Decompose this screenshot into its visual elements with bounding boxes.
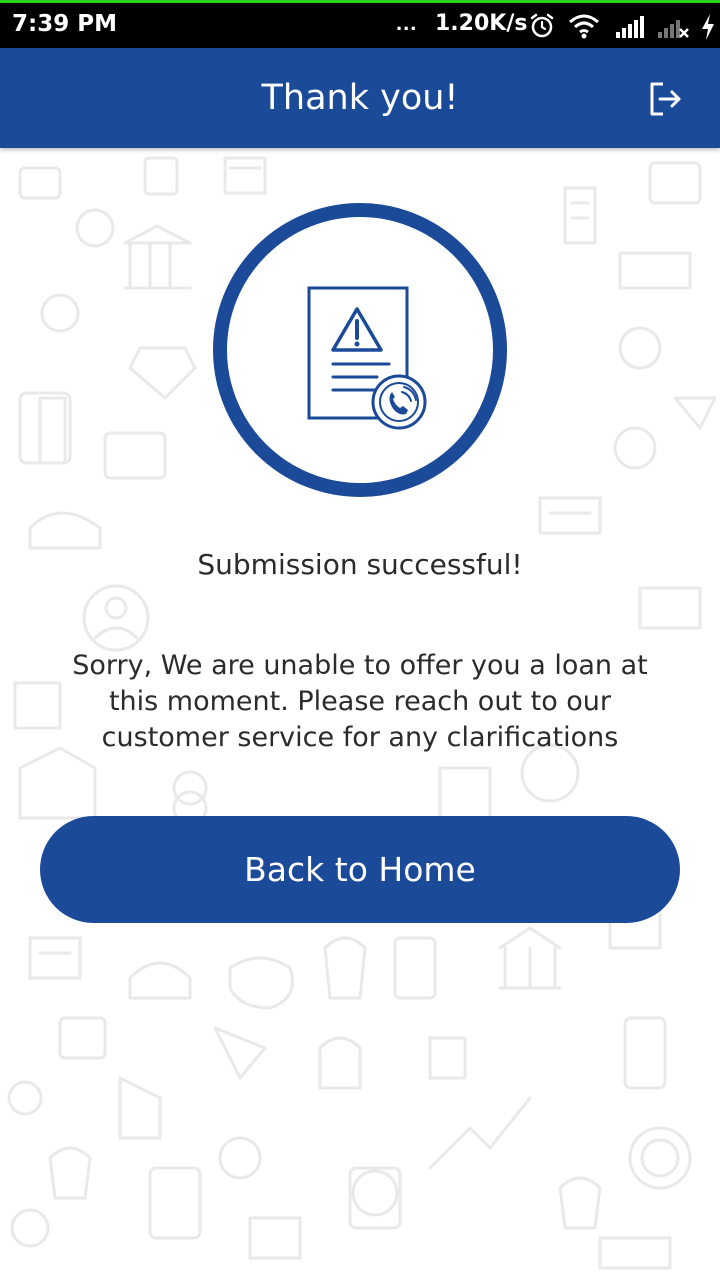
loan-message-text: Sorry, We are unable to offer you a loan… (72, 650, 648, 753)
status-dots: ... (396, 10, 418, 35)
status-time: 7:39 PM (12, 11, 117, 37)
signal-icon (616, 16, 644, 38)
content-area: Submission successful! Sorry, We are una… (0, 148, 720, 1280)
alarm-icon (530, 13, 554, 38)
app-bar: Thank you! (0, 48, 720, 148)
logout-icon[interactable] (646, 80, 684, 118)
signal-no-sim-icon (658, 20, 689, 38)
document-warning-phone-icon (213, 203, 507, 497)
status-bar: 7:39 PM ... 1.20K/s (0, 0, 720, 48)
wifi-icon (569, 14, 599, 39)
submission-status-text: Submission successful! (197, 548, 523, 581)
charging-icon (702, 14, 714, 40)
back-to-home-button[interactable]: Back to Home (40, 816, 680, 923)
page-title: Thank you! (261, 78, 459, 118)
network-speed: 1.20K/s (435, 11, 528, 36)
